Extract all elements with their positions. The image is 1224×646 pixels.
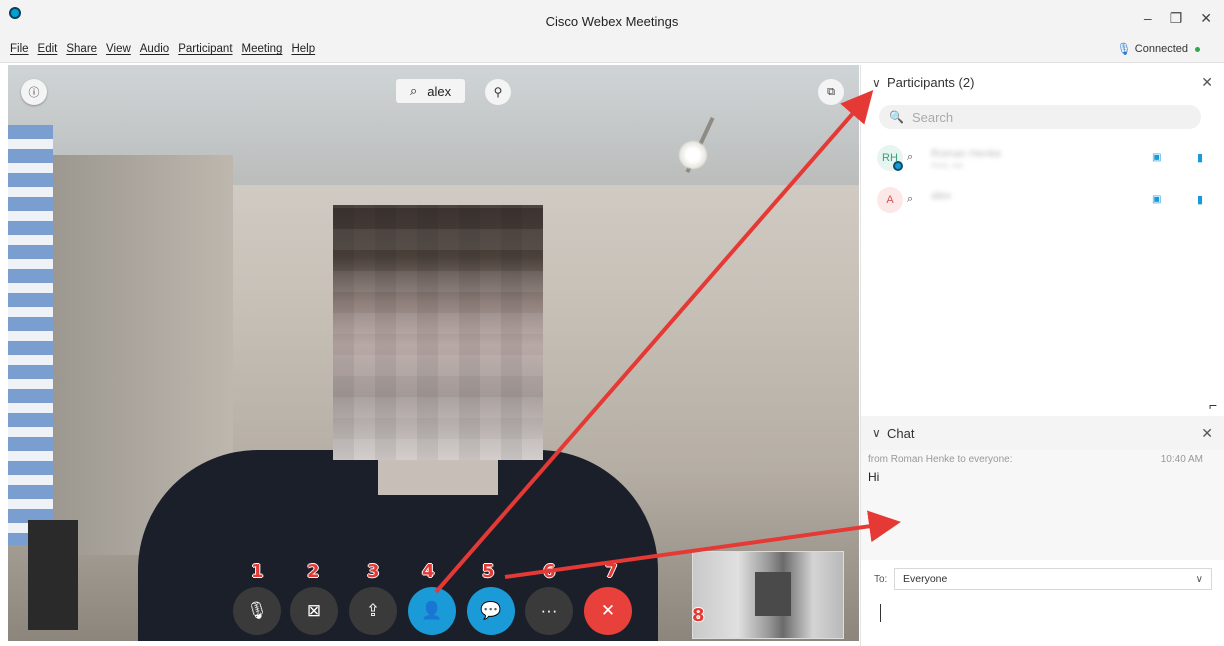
chat-title: Chat [887,425,915,441]
chevron-down-icon[interactable]: ∨ [872,426,881,440]
mouse-cursor-icon: ⌐ [1209,397,1218,413]
stop-video-button[interactable]: ⊠ [290,587,338,635]
close-participants-button[interactable]: ✕ [1201,74,1213,91]
search-icon: 🔍 [889,110,904,124]
active-speaker-name: alex [427,83,452,99]
menu-share[interactable]: Share [66,43,97,55]
share-icon: ⇪ [365,601,381,620]
audio-icon: ⌕ [907,193,914,205]
self-view-person [755,572,791,616]
connection-status-text: Connected [1134,43,1188,55]
layout-button[interactable]: ⧉ [818,79,844,105]
mic-icon: ▮ [1197,152,1204,164]
video-stage: ⓘ ⌕ alex ⚲ ⧉ 1 2 3 4 5 6 7 🎙 ⊠ ⇪ 👤 💬 ···… [8,65,859,641]
search-placeholder: Search [911,109,954,125]
chevron-down-icon[interactable]: ∨ [872,76,881,90]
annotation-2: 2 [307,561,320,582]
menu-view[interactable]: View [106,43,131,55]
audio-icon: ⌕ [907,151,914,163]
annotation-7: 7 [605,561,618,582]
participant-role: Host, me [931,161,964,170]
participants-button[interactable]: 👤 [408,587,456,635]
mic-muted-icon: 🎙 [246,601,268,620]
title-bar: Cisco Webex Meetings – ❐ ✕ [0,0,1224,40]
participant-search-input[interactable]: 🔍 Search [879,105,1201,129]
chat-message: Hi [868,470,880,484]
leave-meeting-button[interactable]: ✕ [584,587,632,635]
menu-help[interactable]: Help [291,43,315,55]
close-icon: ✕ [600,601,616,620]
participant-row[interactable]: A ⌕ alex ▣ ▮ [877,187,1217,215]
participants-panel-header: ∨ Participants (2) ✕ [861,65,1224,100]
video-camera-icon: ▣ [1152,152,1162,163]
menu-edit[interactable]: Edit [38,43,58,55]
window-title: Cisco Webex Meetings [545,14,679,29]
menu-bar: File Edit Share View Audio Participant M… [0,40,1224,63]
close-chat-button[interactable]: ✕ [1201,425,1213,442]
chat-panel-header: ∨ Chat ✕ [861,416,1224,450]
connection-status[interactable]: 🎙 Connected [1117,42,1200,56]
info-icon: ⓘ [28,87,40,99]
mic-icon: ▮ [1197,194,1204,206]
minimize-button[interactable]: – [1144,10,1152,27]
menu-audio[interactable]: Audio [140,43,169,55]
mute-button[interactable]: 🎙 [233,587,281,635]
annotation-8: 8 [692,605,705,626]
share-button[interactable]: ⇪ [349,587,397,635]
chat-icon: 💬 [480,601,502,620]
annotation-5: 5 [482,561,495,582]
avatar: A [877,187,903,213]
video-camera-icon: ▣ [1152,194,1162,205]
participant-row[interactable]: RH ⌕ Roman Henke Host, me ▣ ▮ [877,145,1217,173]
pixelated-face [333,205,543,460]
annotation-6: 6 [543,561,556,582]
chat-timestamp: 10:40 AM [1160,454,1203,465]
video-off-icon: ⊠ [306,601,322,620]
to-label: To: [874,574,888,585]
participants-icon: 👤 [421,601,443,620]
chat-button[interactable]: 💬 [467,587,515,635]
layout-icon: ⧉ [827,85,835,98]
speaker-audio-icon: ⌕ [410,83,418,98]
participant-name: Roman Henke [931,148,1002,160]
close-window-button[interactable]: ✕ [1200,10,1212,27]
video-monitor [28,520,78,630]
more-icon: ··· [540,601,558,620]
annotation-1: 1 [251,561,264,582]
video-lamp [678,140,708,170]
menu-meeting[interactable]: Meeting [242,43,283,55]
chat-input[interactable] [880,604,881,622]
chat-messages: from Roman Henke to everyone: 10:40 AM H… [861,450,1224,560]
participants-title: Participants (2) [887,75,975,90]
pin-video-button[interactable]: ⚲ [485,79,511,105]
connected-dot-icon [1195,46,1200,52]
more-options-button[interactable]: ··· [525,587,573,635]
chat-compose: To: Everyone ∨ [861,560,1224,646]
menu-participant[interactable]: Participant [178,43,232,55]
self-view-video[interactable] [692,551,844,639]
restore-button[interactable]: ❐ [1170,10,1183,27]
side-panel: ∨ Participants (2) ✕ 🔍 Search RH ⌕ Roman… [860,65,1224,646]
annotation-3: 3 [367,561,380,582]
participant-name: alex [931,190,952,202]
chevron-down-icon: ∨ [1195,573,1203,585]
audio-connected-icon: 🎙 [1116,42,1132,56]
annotation-4: 4 [422,561,435,582]
video-curtain [8,125,53,545]
active-speaker-tag: ⌕ alex [396,79,466,103]
recipient-value: Everyone [903,573,948,585]
meeting-info-button[interactable]: ⓘ [21,79,47,105]
pin-icon: ⚲ [493,85,503,99]
recipient-select[interactable]: Everyone ∨ [894,568,1212,590]
host-badge-icon [893,161,903,171]
menu-file[interactable]: File [10,43,29,55]
chat-sender: from Roman Henke to everyone: [868,454,1013,465]
